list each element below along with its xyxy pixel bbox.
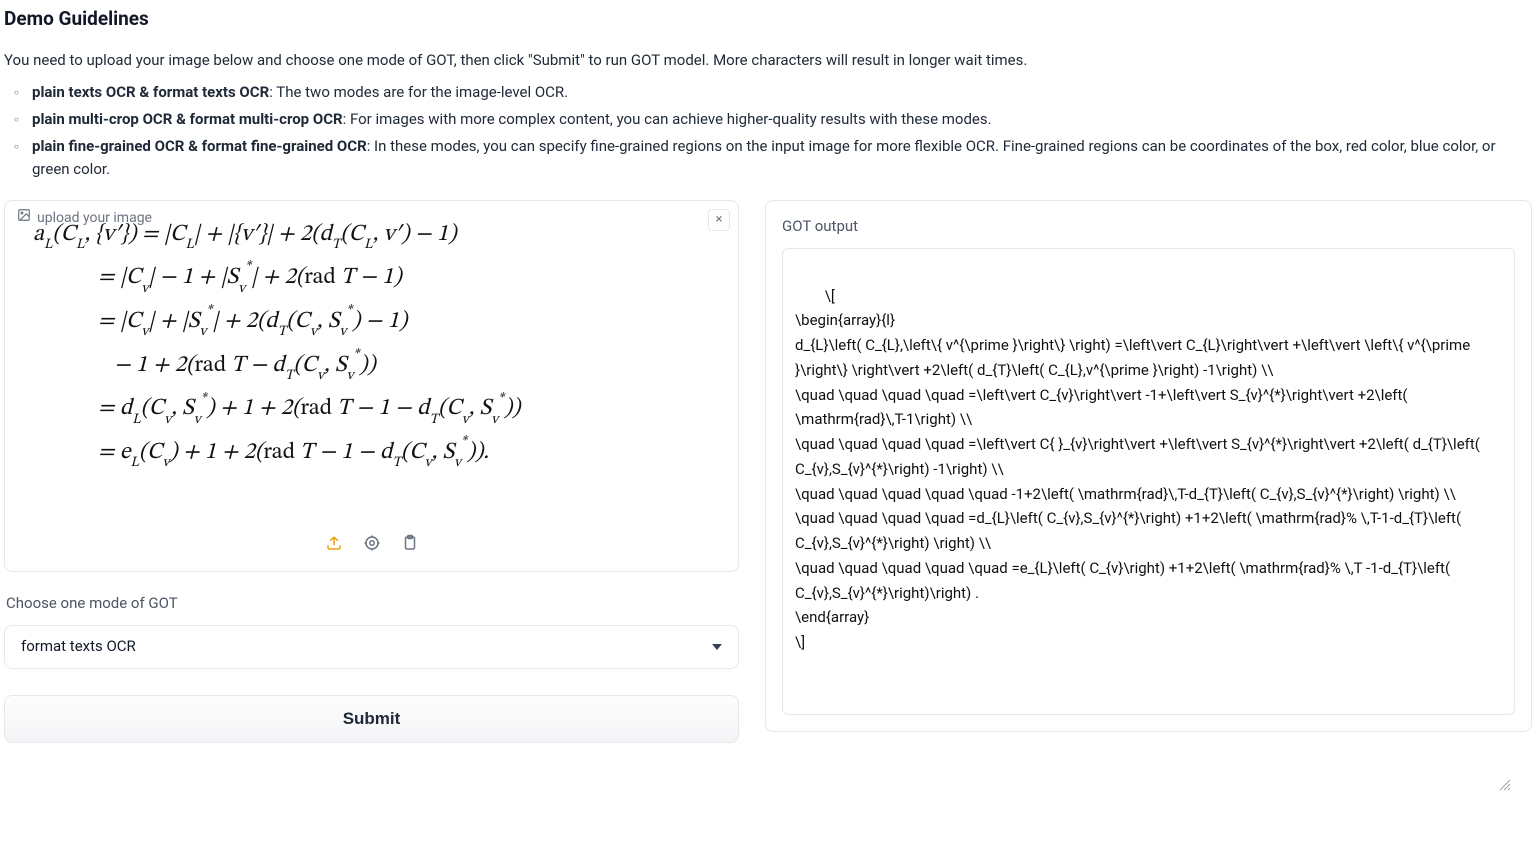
upload-button[interactable] [324, 537, 344, 557]
math-content: aL(CL, {v′}) = |CL| + |{v′}| + 2(dT(CL, … [33, 213, 710, 475]
page-title: Demo Guidelines [4, 4, 1532, 33]
mode-desc: : The two modes are for the image-level … [269, 83, 568, 101]
submit-button[interactable]: Submit [4, 695, 739, 743]
resize-icon [1499, 752, 1536, 820]
mode-select[interactable]: format texts OCR [4, 625, 739, 669]
mode-name: plain texts OCR & format texts OCR [32, 83, 269, 101]
modes-list: plain texts OCR & format texts OCR: The … [4, 81, 1532, 182]
upload-icon [325, 534, 343, 559]
mode-desc: : For images with more complex content, … [343, 110, 992, 128]
intro-text: You need to upload your image below and … [4, 49, 1532, 72]
list-item: plain texts OCR & format texts OCR: The … [4, 81, 1532, 104]
image-toolbar [324, 537, 420, 557]
clipboard-icon [401, 534, 419, 559]
image-icon [17, 208, 31, 230]
mode-select-label: Choose one mode of GOT [6, 592, 737, 615]
upload-panel: upload your image × aL(CL, {v′}) = |CL| … [4, 200, 739, 572]
mode-name: plain multi-crop OCR & format multi-crop… [32, 110, 343, 128]
output-textarea[interactable]: \[ \begin{array}{l} d_{L}\left( C_{L},\l… [782, 248, 1515, 716]
resize-handle[interactable] [1499, 699, 1511, 711]
upload-label: upload your image [17, 208, 152, 230]
uploaded-image[interactable]: aL(CL, {v′}) = |CL| + |{v′}| + 2(dT(CL, … [5, 201, 738, 571]
output-title: GOT output [782, 215, 1515, 238]
close-icon: × [716, 210, 723, 230]
webcam-button[interactable] [362, 537, 382, 557]
selected-mode: format texts OCR [21, 635, 136, 658]
output-panel: GOT output \[ \begin{array}{l} d_{L}\lef… [765, 200, 1532, 733]
chevron-down-icon [712, 644, 722, 650]
clear-image-button[interactable]: × [708, 209, 730, 231]
list-item: plain fine-grained OCR & format fine-gra… [4, 135, 1532, 182]
output-text: \[ \begin{array}{l} d_{L}\left( C_{L},\l… [795, 287, 1484, 652]
camera-icon [363, 534, 381, 559]
list-item: plain multi-crop OCR & format multi-crop… [4, 108, 1532, 131]
mode-name: plain fine-grained OCR & format fine-gra… [32, 137, 367, 155]
paste-button[interactable] [400, 537, 420, 557]
